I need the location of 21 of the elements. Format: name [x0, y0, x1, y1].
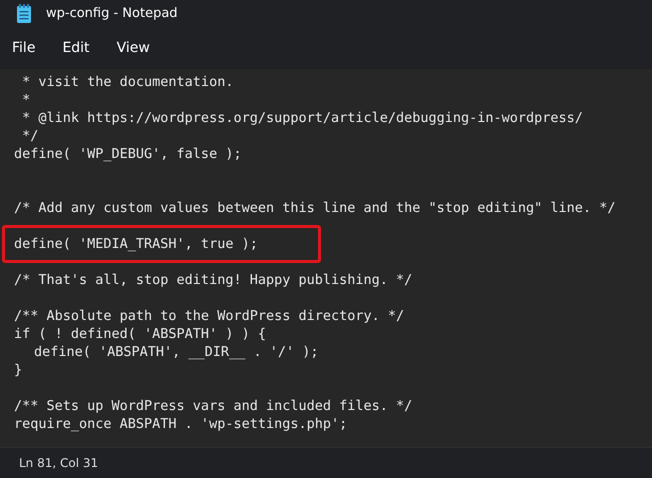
menu-item[interactable]: Edit [54, 36, 98, 60]
code-line: /** Sets up WordPress vars and included files. */ [14, 397, 412, 415]
code-line: /** Absolute path to the WordPress directory. */ [14, 307, 404, 325]
code-line: * visit the documentation. [21, 73, 234, 91]
code-line: require_once ABSPATH . 'wp-settings.php'; [14, 415, 348, 433]
code-line: define( 'ABSPATH', __DIR__ . '/' ); [33, 343, 318, 361]
code-line: * [21, 91, 30, 109]
menu-item[interactable]: View [108, 36, 158, 60]
code-line: * @link https://wordpress.org/support/article/debugging-in-wordpress/ [21, 109, 583, 127]
cursor-position: Ln 81, Col 31 [19, 456, 98, 470]
code-line: } [14, 361, 22, 379]
code-line: */ [21, 127, 38, 145]
code-line: /* That's all, stop editing! Happy publishing. */ [14, 271, 412, 289]
code-line: if ( ! defined( 'ABSPATH' ) ) { [14, 325, 266, 343]
code-line: define( 'MEDIA_TRASH', true ); [14, 235, 258, 253]
menu-item[interactable]: File [4, 36, 44, 60]
text-editor[interactable] [0, 69, 652, 447]
code-line: define( 'WP_DEBUG', false ); [14, 145, 242, 163]
notepad-icon [16, 4, 32, 24]
code-line: /* Add any custom values between this line and the "stop editing" line. */ [14, 199, 616, 217]
window-title: wp-config - Notepad [46, 6, 178, 21]
